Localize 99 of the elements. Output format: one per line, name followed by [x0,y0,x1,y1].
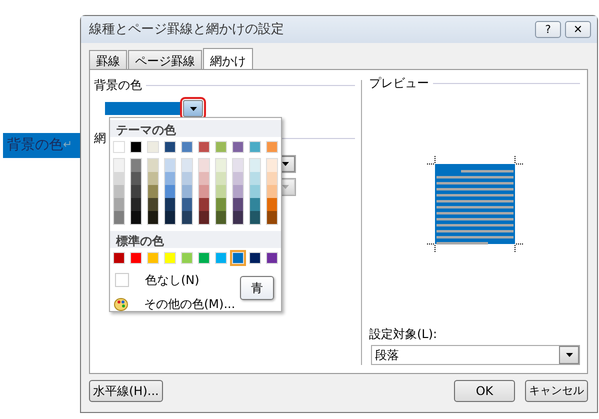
group-label: プレビュー [369,75,429,92]
color-swatch[interactable] [182,211,192,224]
color-swatch[interactable] [249,252,261,264]
section-header: テーマの色 [110,120,281,137]
color-swatch[interactable] [148,172,158,185]
color-swatch[interactable] [131,159,141,172]
color-swatch[interactable] [198,141,210,153]
color-swatch[interactable] [198,252,210,264]
color-swatch[interactable] [182,185,192,198]
paragraph-mark: ↵ [63,137,72,154]
color-swatch[interactable] [182,198,192,211]
color-swatch[interactable] [131,211,141,224]
color-swatch[interactable] [250,185,260,198]
dropdown-arrow-icon [566,353,572,357]
color-swatch[interactable] [182,159,192,172]
color-swatch[interactable] [113,141,125,153]
color-swatch[interactable] [215,252,227,264]
color-swatch[interactable] [233,185,243,198]
dropdown-button[interactable] [559,346,579,364]
color-swatch[interactable] [267,198,277,211]
color-swatch[interactable] [199,211,209,224]
color-swatch[interactable] [250,211,260,224]
color-swatch[interactable] [165,159,175,172]
color-swatch[interactable] [215,141,227,153]
color-swatch[interactable] [165,198,175,211]
color-swatch[interactable] [164,141,176,153]
color-swatch[interactable] [199,159,209,172]
ok-button[interactable]: OK [454,380,515,402]
field-label: 設定対象(L): [369,326,438,343]
color-swatch[interactable] [114,185,124,198]
group-label: 網 [94,130,106,147]
color-swatch[interactable] [267,211,277,224]
color-swatch[interactable] [114,198,124,211]
color-swatch[interactable] [267,159,277,172]
tab[interactable]: ページ罫線 [128,50,202,69]
document-text: 背景の色 [7,136,63,155]
color-swatch[interactable] [148,159,158,172]
color-swatch[interactable] [131,172,141,185]
color-swatch[interactable] [182,172,192,185]
close-button[interactable]: ✕ [565,21,591,38]
color-swatch[interactable] [199,185,209,198]
horizontal-line-button[interactable]: 水平線(H)... [89,380,163,402]
apply-to-dropdown[interactable]: 段落 [371,345,580,365]
color-swatch[interactable] [114,172,124,185]
tooltip: 青 [240,276,274,300]
color-swatch[interactable] [267,172,277,185]
empty-swatch-icon [115,273,129,287]
color-swatch[interactable] [147,252,159,264]
palette-icon [114,298,128,310]
color-dropdown[interactable] [103,100,203,117]
dropdown-arrow-icon [282,162,288,166]
color-swatch[interactable] [216,185,226,198]
color-swatch[interactable] [216,172,226,185]
color-swatch[interactable] [199,198,209,211]
color-swatch[interactable] [114,211,124,224]
color-swatch[interactable] [232,252,244,264]
color-swatch[interactable] [250,198,260,211]
color-swatch[interactable] [130,141,142,153]
color-swatch[interactable] [199,172,209,185]
color-swatch[interactable] [131,185,141,198]
color-swatch[interactable] [165,211,175,224]
color-swatch[interactable] [233,159,243,172]
color-swatch[interactable] [266,141,278,153]
color-swatch[interactable] [216,159,226,172]
dropdown-button[interactable] [183,100,203,117]
color-swatch[interactable] [148,198,158,211]
color-swatch[interactable] [181,141,193,153]
color-swatch[interactable] [233,172,243,185]
color-swatch[interactable] [250,172,260,185]
group-label: 背景の色 [94,77,142,94]
color-swatch[interactable] [232,141,244,153]
color-swatch[interactable] [266,252,278,264]
cancel-button[interactable]: キャンセル [525,380,588,402]
dropdown-arrow-icon [190,106,196,110]
window-title: 線種とページ罫線と網かけの設定 [89,20,285,39]
color-swatch[interactable] [148,211,158,224]
dropdown-value: 段落 [374,347,400,364]
color-swatch[interactable] [165,172,175,185]
color-swatch[interactable] [250,159,260,172]
color-swatch[interactable] [130,252,142,264]
color-swatch[interactable] [216,198,226,211]
color-swatch[interactable] [165,185,175,198]
color-swatch[interactable] [147,141,159,153]
color-swatch[interactable] [113,252,125,264]
tab[interactable]: 網かけ [203,48,253,70]
color-swatch[interactable] [216,211,226,224]
no-color-item[interactable]: 色なし(N) [110,270,200,290]
color-swatch[interactable] [233,198,243,211]
color-swatch[interactable] [233,211,243,224]
color-swatch[interactable] [148,185,158,198]
section-header: 標準の色 [110,231,281,248]
color-swatch[interactable] [164,252,176,264]
color-swatch[interactable] [181,252,193,264]
color-swatch[interactable] [267,185,277,198]
color-swatch[interactable] [114,159,124,172]
color-swatch[interactable] [131,198,141,211]
help-button[interactable]: ? [535,21,561,38]
tab[interactable]: 罫線 [89,50,127,69]
color-swatch[interactable] [249,141,261,153]
